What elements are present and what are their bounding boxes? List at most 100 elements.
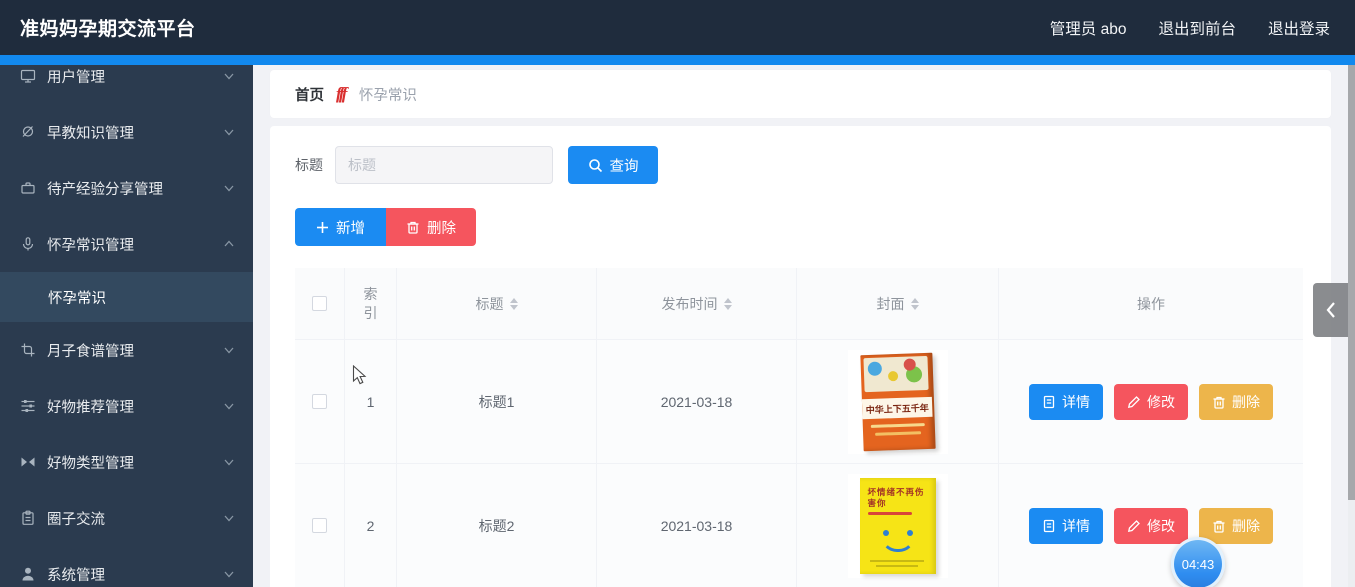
vertical-scrollbar [1348, 65, 1355, 587]
smiley-face-graphic [878, 529, 918, 554]
select-all-header-cell [295, 268, 345, 340]
chevron-down-icon [224, 459, 234, 466]
cover-image: 坏情绪不再伤害你 [847, 473, 948, 578]
panel-collapse-handle[interactable] [1313, 283, 1348, 337]
table-cell-date: 2021-03-18 [597, 340, 797, 464]
table-row-checkbox-cell [295, 340, 345, 464]
breadcrumb-separator-icon: fff [336, 84, 347, 103]
app-title: 准妈妈孕期交流平台 [20, 19, 196, 40]
sidebar-subitem-pregnancy-knowledge[interactable]: 怀孕常识 [0, 272, 253, 322]
user-icon [22, 567, 34, 581]
timer-value: 04:43 [1181, 556, 1215, 572]
sidebar-item-label: 用户管理 [47, 69, 105, 86]
content-area: 首页 fff 怀孕常识 标题 查询 新增 删除 [253, 65, 1355, 587]
microphone-icon [22, 237, 34, 251]
sidebar-item-early-education[interactable]: 早教知识管理 [0, 104, 253, 160]
query-button[interactable]: 查询 [568, 146, 658, 184]
table-cell-title: 标题1 [397, 340, 597, 464]
sidebar-item-prenatal-experience[interactable]: 待产经验分享管理 [0, 160, 253, 216]
table-cell-index: 1 [345, 340, 397, 464]
sidebar-item-circle-exchange[interactable]: 圈子交流 [0, 490, 253, 546]
sliders-icon [21, 400, 35, 412]
search-bar: 标题 查询 [295, 146, 1306, 184]
scrollbar-thumb[interactable] [1348, 65, 1355, 500]
sidebar-item-label: 系统管理 [47, 567, 105, 584]
search-icon [588, 158, 602, 172]
monitor-icon [20, 69, 36, 83]
sort-caret-icon[interactable] [509, 297, 518, 310]
chevron-down-icon [224, 403, 234, 410]
document-icon [1043, 519, 1055, 532]
bowtie-icon [21, 457, 35, 467]
detail-button[interactable]: 详情 [1029, 507, 1103, 544]
sidebar-item-confinement-recipes[interactable]: 月子食谱管理 [0, 322, 253, 378]
select-all-checkbox[interactable] [312, 296, 327, 311]
table-row-checkbox-cell [295, 464, 345, 587]
plus-icon [317, 221, 328, 233]
sidebar-item-label: 月子食谱管理 [47, 343, 134, 360]
column-header-actions: 操作 [999, 268, 1303, 340]
table-cell-cover: 中华上下五千年 [797, 340, 999, 464]
edit-button[interactable]: 修改 [1114, 383, 1188, 420]
sort-caret-icon[interactable] [910, 297, 919, 310]
sidebar-menu: 用户管理 早教知识管理 待产经验分享管理 怀孕常识管理 怀孕常识 月子食谱管理 [0, 55, 253, 587]
trash-icon [407, 221, 419, 234]
sidebar-item-label: 好物推荐管理 [47, 399, 134, 416]
table-cell-actions: 详情 修改 删除 [999, 464, 1303, 587]
trash-icon [1213, 396, 1225, 409]
title-search-input[interactable] [335, 146, 553, 184]
sidebar-item-goods-recommendation[interactable]: 好物推荐管理 [0, 378, 253, 434]
pen-icon [1127, 519, 1140, 532]
sidebar-item-goods-type[interactable]: 好物类型管理 [0, 434, 253, 490]
crop-icon [21, 343, 35, 357]
table-cell-index: 2 [345, 464, 397, 587]
sidebar-item-system-management[interactable]: 系统管理 [0, 546, 253, 587]
chevron-down-icon [224, 185, 234, 192]
data-table: 索引 标题 发布时间 封面 操作 1 标题1 2021-03-18 中华上下五千… [295, 268, 1303, 587]
bell-slash-icon [22, 126, 34, 137]
sidebar-item-label: 早教知识管理 [47, 125, 134, 142]
detail-button[interactable]: 详情 [1029, 383, 1103, 420]
cover-title-text: 中华上下五千年 [865, 401, 929, 415]
sidebar-item-label: 圈子交流 [47, 511, 105, 528]
sort-caret-icon[interactable] [723, 297, 732, 310]
cover-title-text: 坏情绪不再伤害你 [867, 486, 925, 508]
sidebar: 用户管理 早教知识管理 待产经验分享管理 怀孕常识管理 怀孕常识 月子食谱管理 [0, 55, 253, 587]
accent-strip [0, 55, 1355, 65]
breadcrumb-current: 怀孕常识 [358, 87, 417, 104]
chevron-left-icon [1326, 302, 1335, 318]
column-header-date[interactable]: 发布时间 [597, 268, 797, 340]
column-header-cover[interactable]: 封面 [797, 268, 999, 340]
main-panel: 标题 查询 新增 删除 索引 [270, 126, 1331, 587]
sidebar-item-pregnancy-knowledge[interactable]: 怀孕常识管理 [0, 216, 253, 272]
pen-icon [1127, 395, 1140, 408]
trash-icon [1213, 520, 1225, 533]
user-label: 管理员 abo [1049, 20, 1127, 38]
column-header-index: 索引 [345, 268, 397, 340]
exit-to-front-link[interactable]: 退出到前台 [1158, 17, 1236, 39]
chevron-down-icon [224, 515, 234, 522]
breadcrumb: 首页 fff 怀孕常识 [270, 70, 1331, 118]
table-cell-cover: 坏情绪不再伤害你 [797, 464, 999, 587]
briefcase-icon [21, 182, 35, 194]
header-right: 管理员 abo 退出到前台 退出登录 [1050, 17, 1330, 39]
row-delete-button[interactable]: 删除 [1199, 383, 1273, 420]
row-delete-button[interactable]: 删除 [1199, 507, 1273, 544]
row-checkbox[interactable] [312, 394, 327, 409]
sidebar-item-label: 好物类型管理 [47, 455, 134, 472]
add-button[interactable]: 新增 [295, 208, 386, 246]
top-header: 准妈妈孕期交流平台 管理员 abo 退出到前台 退出登录 [0, 0, 1355, 55]
search-label: 标题 [295, 157, 323, 173]
delete-button[interactable]: 删除 [386, 208, 476, 246]
table-cell-date: 2021-03-18 [597, 464, 797, 587]
edit-button[interactable]: 修改 [1114, 507, 1188, 544]
cover-image: 中华上下五千年 [847, 349, 948, 454]
table-toolbar: 新增 删除 [295, 208, 1306, 246]
logout-link[interactable]: 退出登录 [1268, 17, 1330, 39]
chevron-down-icon [224, 129, 234, 136]
breadcrumb-home-link[interactable]: 首页 [295, 84, 324, 105]
timer-bubble[interactable]: 04:43 [1171, 537, 1225, 587]
row-checkbox[interactable] [312, 518, 327, 533]
sidebar-subitem-label: 怀孕常识 [48, 290, 106, 307]
column-header-title[interactable]: 标题 [397, 268, 597, 340]
